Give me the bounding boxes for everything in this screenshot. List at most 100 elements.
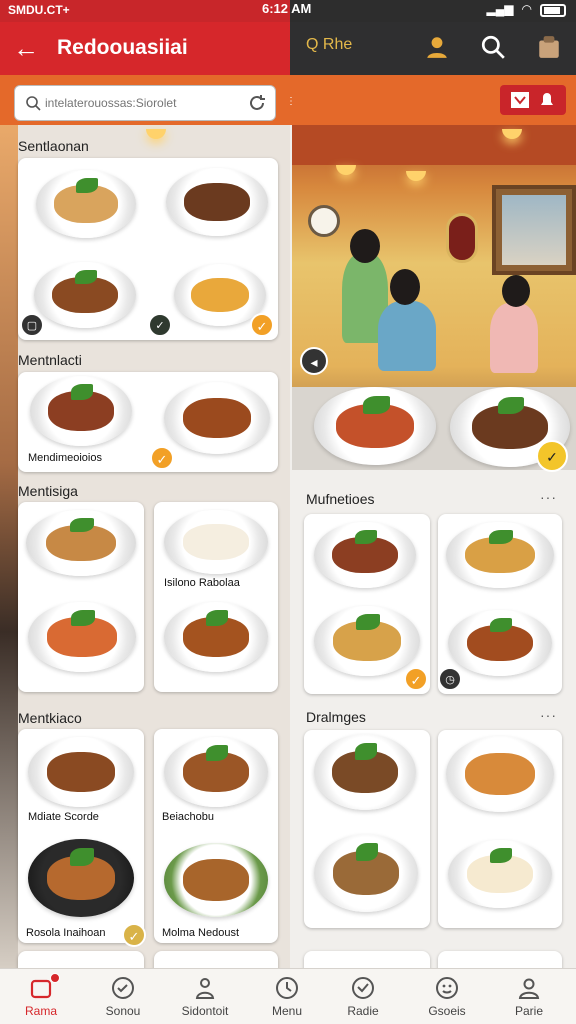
app-bar-actions: Q Rhe (290, 22, 576, 75)
menu-card[interactable]: Isilono Rabolaa (154, 502, 278, 692)
search-field-icon (26, 96, 41, 111)
cart-button[interactable] (500, 85, 566, 115)
card-label: Molma Nedoust (162, 927, 240, 939)
section-title: Mentnlacti (18, 352, 82, 368)
bag-icon[interactable] (536, 34, 562, 60)
user-icon[interactable] (424, 34, 450, 60)
refresh-icon[interactable] (247, 93, 267, 113)
nav-item-menu[interactable]: Menu (246, 969, 328, 1024)
bottom-navigation: Rama Sonou Sidontoit Menu Radie Gsoeis P… (0, 968, 576, 1024)
dish-image (28, 839, 134, 917)
dish-image (26, 510, 136, 576)
search-icon[interactable] (480, 34, 506, 60)
dish-image (164, 382, 270, 454)
page-title: Redoouasiiai (57, 36, 188, 59)
app-bar: ← Redoouasiiai (0, 22, 290, 75)
lamp-decor (406, 171, 426, 181)
cart-icon (511, 92, 529, 108)
dish-image (164, 843, 268, 917)
dish-image (36, 170, 136, 238)
card-label: Isilono Rabolaa (164, 577, 240, 589)
more-options-button[interactable]: ··· (540, 707, 557, 723)
dish-image (314, 734, 416, 810)
status-icons: ▂▄▆ ◠ (487, 2, 566, 17)
nav-label: Sonou (105, 1004, 141, 1018)
nav-item-radie[interactable]: Radie (322, 969, 404, 1024)
wall-sign (446, 213, 478, 263)
menu-card[interactable] (438, 514, 562, 694)
nav-label: Menu (271, 1004, 303, 1018)
dish-image (166, 168, 268, 236)
check-icon[interactable]: ✓ (150, 446, 174, 470)
menu-card-group[interactable]: Mendimeoioios (18, 372, 278, 472)
nav-item-sonou[interactable]: Sonou (82, 969, 164, 1024)
nav-label: Parie (514, 1004, 543, 1018)
menu-card-group[interactable] (18, 158, 278, 340)
check-icon[interactable]: ✓ (404, 667, 428, 691)
dish-image (164, 510, 268, 574)
section-title: Dralmges (306, 709, 366, 725)
section-title: Sentlaonan (18, 138, 89, 154)
check-icon[interactable]: ✓ (250, 313, 274, 337)
status-bar: SMDU.CT+ 6:12 AM ▂▄▆ ◠ (0, 0, 576, 22)
clock-icon (276, 977, 298, 999)
dish-image (314, 606, 420, 676)
dish-image (314, 522, 416, 588)
leaf-icon[interactable]: ✓ (148, 313, 172, 337)
search-input[interactable] (45, 92, 240, 114)
back-arrow-icon: ← (13, 33, 39, 63)
menu-card[interactable] (438, 730, 562, 928)
back-button[interactable]: ← (10, 32, 42, 64)
previous-icon[interactable]: ◂ (300, 347, 328, 375)
card-label: Mdiate Scorde (28, 811, 99, 823)
nav-item-parie[interactable]: Parie (488, 969, 570, 1024)
person-figure (490, 303, 538, 373)
favorite-icon[interactable]: ✓ (536, 440, 568, 472)
nav-label: Gsoeis (428, 1004, 466, 1018)
menu-card[interactable]: Mdiate Scorde (18, 729, 144, 943)
section-title: Mufnetioes (306, 491, 375, 507)
shield-check-icon (352, 977, 374, 999)
battery-icon (540, 4, 566, 17)
nav-item-gsoeis[interactable]: Gsoeis (406, 969, 488, 1024)
nav-label: Sidontoit (181, 1004, 229, 1018)
wifi-icon: ◠ (521, 2, 532, 16)
bell-icon (541, 93, 553, 105)
card-label: Mendimeoioios (28, 452, 102, 464)
status-time: 6:12 AM (262, 1, 312, 16)
smiley-icon (436, 977, 458, 999)
section-title: Mentkiaco (18, 710, 82, 726)
profile-icon (518, 978, 540, 999)
timer-icon[interactable]: ◷ (438, 667, 462, 691)
person-head (390, 269, 420, 305)
more-options-button[interactable]: ··· (540, 489, 557, 505)
restaurant-hero-image (292, 125, 576, 470)
menu-card[interactable] (18, 502, 144, 692)
section-title: Mentisiga (18, 483, 78, 499)
lamp-decor (146, 129, 166, 139)
nav-item-sidontoit[interactable]: Sidontoit (164, 969, 246, 1024)
person-icon (195, 978, 215, 999)
status-carrier: SMDU.CT+ (8, 3, 70, 17)
hero-ceiling (292, 125, 576, 165)
window (492, 185, 576, 275)
left-menu-column: Sentlaonan ▢ ✓ ✓ Mentnlacti Mendimeoioio… (0, 125, 290, 970)
signal-icon: ▂▄▆ (486, 2, 514, 16)
dish-image (314, 387, 436, 465)
search-bar[interactable] (14, 85, 276, 121)
bookmark-icon[interactable]: ▢ (20, 313, 44, 337)
nav-label: Radie (347, 1004, 379, 1018)
dish-image (446, 522, 554, 588)
nav-label: Rama (24, 1004, 57, 1018)
notification-dot (50, 973, 60, 983)
lamp-decor (336, 165, 356, 175)
person-head (350, 229, 380, 263)
nav-item-home[interactable]: Rama (0, 969, 82, 1024)
check-icon[interactable]: ✓ (122, 923, 146, 947)
dish-image (314, 834, 418, 912)
menu-card[interactable]: Beiachobu (154, 729, 278, 943)
person-head (502, 275, 530, 307)
filter-button[interactable]: Q Rhe (306, 36, 352, 54)
menu-card[interactable] (304, 730, 430, 928)
dish-image (34, 262, 136, 328)
